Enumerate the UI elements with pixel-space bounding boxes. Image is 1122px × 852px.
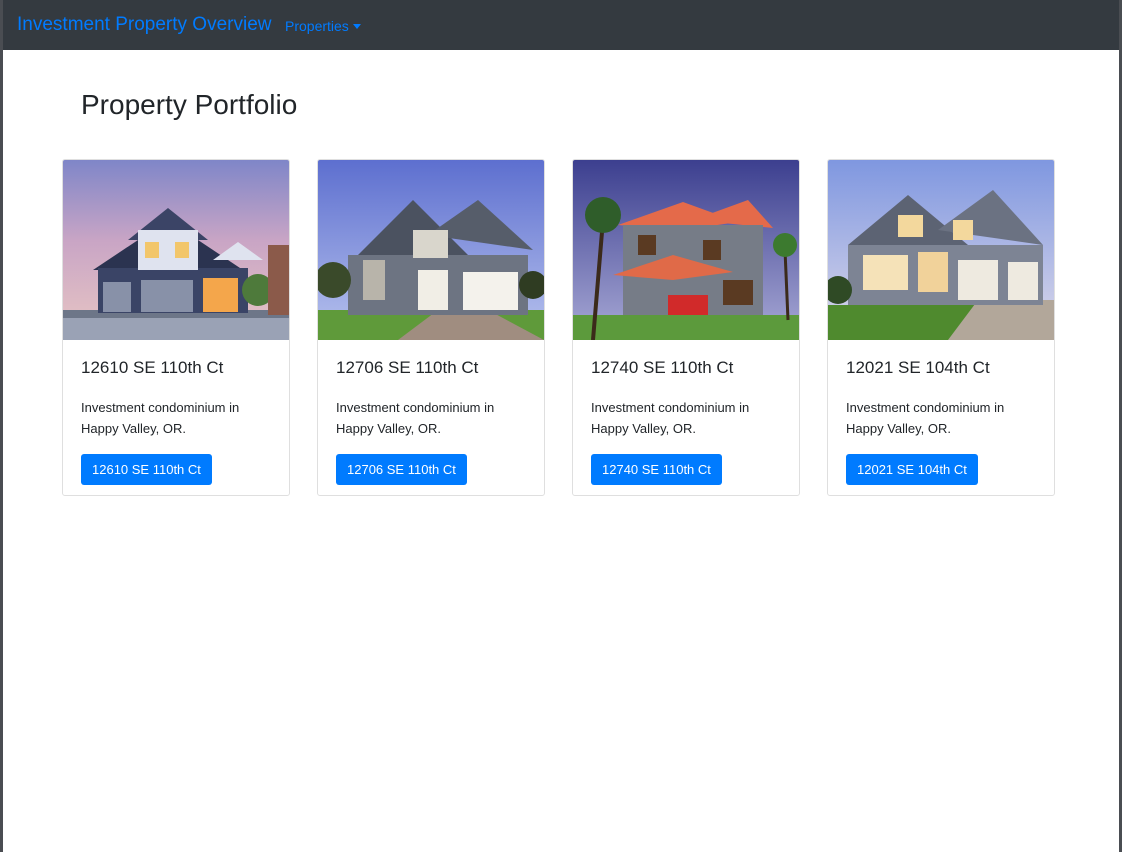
card-body: 12021 SE 104th Ct Investment condominium… — [828, 340, 1054, 485]
property-card: 12740 SE 110th Ct Investment condominium… — [572, 159, 800, 496]
navbar-brand[interactable]: Investment Property Overview — [17, 14, 271, 36]
property-image — [828, 160, 1054, 340]
card-description: Investment condominium in Happy Valley, … — [591, 400, 750, 436]
properties-dropdown[interactable]: Properties — [285, 18, 361, 34]
view-property-button[interactable]: 12740 SE 110th Ct — [591, 454, 722, 485]
property-image — [63, 160, 289, 340]
caret-down-icon — [352, 24, 361, 29]
property-card-list: 12610 SE 110th Ct Investment condominium… — [62, 159, 1055, 496]
properties-dropdown-label: Properties — [285, 18, 349, 34]
card-description: Investment condominium in Happy Valley, … — [81, 400, 240, 436]
property-card: 12021 SE 104th Ct Investment condominium… — [827, 159, 1055, 496]
page-title: Property Portfolio — [81, 89, 298, 120]
card-body: 12740 SE 110th Ct Investment condominium… — [573, 340, 799, 485]
card-title: 12021 SE 104th Ct — [846, 358, 990, 377]
property-card: 12706 SE 110th Ct Investment condominium… — [317, 159, 545, 496]
card-title: 12706 SE 110th Ct — [336, 358, 479, 377]
navbar: Investment Property Overview Properties — [3, 0, 1119, 50]
property-image — [318, 160, 544, 340]
property-image — [573, 160, 799, 340]
card-title: 12740 SE 110th Ct — [591, 358, 734, 377]
property-card: 12610 SE 110th Ct Investment condominium… — [62, 159, 290, 496]
card-description: Investment condominium in Happy Valley, … — [336, 400, 495, 436]
view-property-button[interactable]: 12706 SE 110th Ct — [336, 454, 467, 485]
view-property-button[interactable]: 12610 SE 110th Ct — [81, 454, 212, 485]
card-title: 12610 SE 110th Ct — [81, 358, 224, 377]
card-description: Investment condominium in Happy Valley, … — [846, 400, 1005, 436]
view-property-button[interactable]: 12021 SE 104th Ct — [846, 454, 978, 485]
page-frame: Investment Property Overview Properties … — [3, 0, 1119, 852]
card-body: 12610 SE 110th Ct Investment condominium… — [63, 340, 289, 485]
card-body: 12706 SE 110th Ct Investment condominium… — [318, 340, 544, 485]
